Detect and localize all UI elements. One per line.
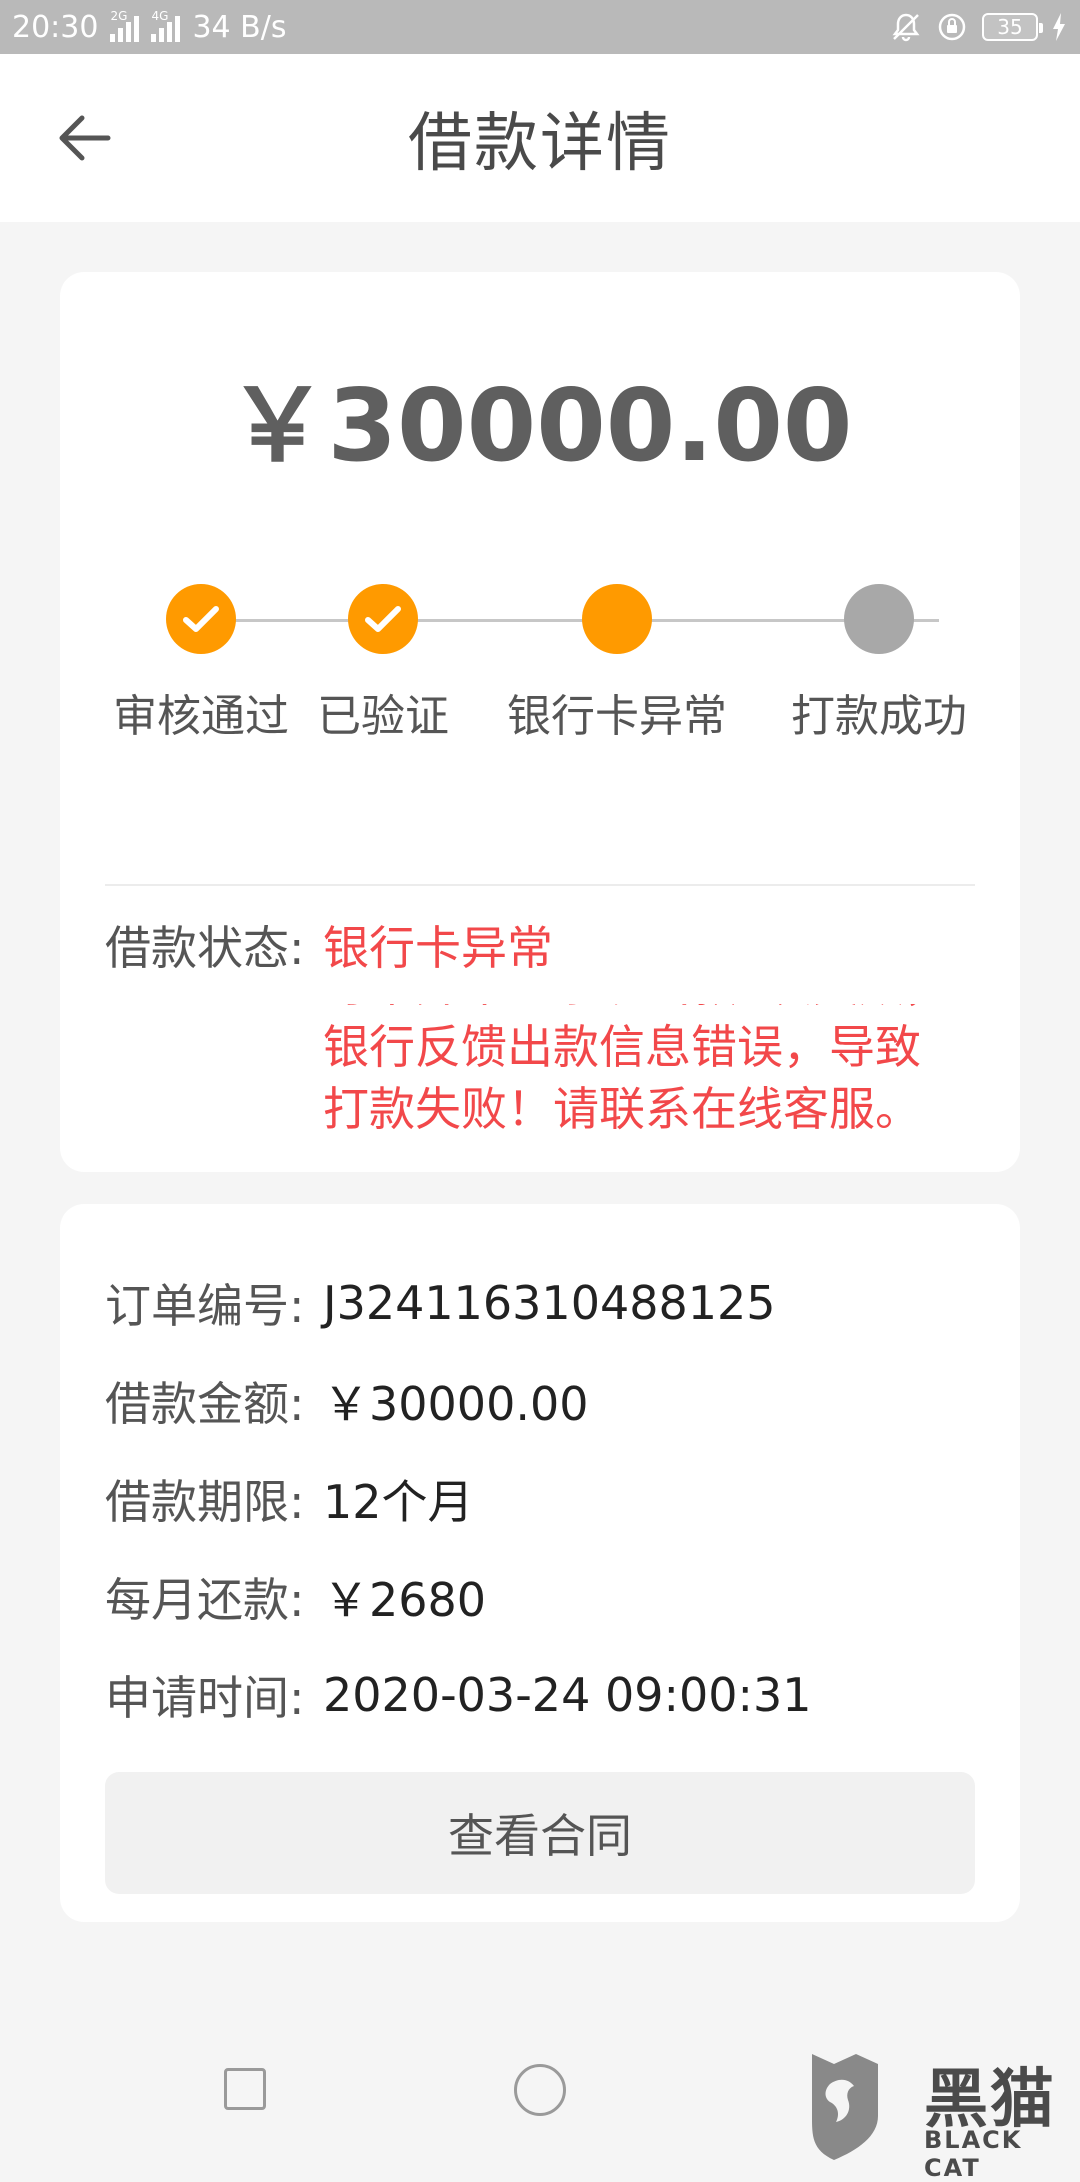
monthly-payment-row: 每月还款: ￥2680 (105, 1548, 985, 1646)
signal-tag: 4G (151, 9, 169, 23)
order-number-row: 订单编号: J324116310488125 (105, 1254, 985, 1352)
check-icon (365, 606, 401, 632)
signal-icon: 2G (110, 9, 140, 42)
loan-status-card: ￥30000.00 审核通过 已验证 银行卡异常 打款成功 借款状态: 银行卡异… (60, 272, 1020, 1172)
progress-track (201, 619, 939, 622)
loan-term-row: 借款期限: 12个月 (105, 1450, 985, 1548)
rotation-lock-icon (938, 13, 966, 41)
order-details-card: 订单编号: J324116310488125 借款金额: ￥30000.00 借… (60, 1204, 1020, 1922)
back-button[interactable] (48, 102, 120, 174)
step-dot-bank-card-error (582, 584, 652, 654)
app-header: 借款详情 (0, 54, 1080, 222)
info-label: 申请时间: (105, 1671, 305, 1725)
signal-icon: 4G (151, 9, 181, 42)
step-label: 银行卡异常 (507, 691, 727, 742)
view-contract-button[interactable]: 查看合同 (105, 1772, 975, 1894)
step-label: 已验证 (317, 691, 449, 742)
status-message-scroll[interactable]: 订单异常！系统出款3次失败，银行反馈出款信息错误，导致打款失败！请联系在线客服。 (323, 1004, 983, 1160)
step-dot-verified (348, 584, 418, 654)
step-dot-approved (166, 584, 236, 654)
status-time: 20:30 (12, 9, 99, 45)
monthly-payment-value: ￥2680 (323, 1573, 487, 1627)
check-icon (183, 606, 219, 632)
home-button[interactable] (514, 2064, 566, 2116)
loan-amount: ￥30000.00 (227, 367, 853, 484)
step-label: 审核通过 (113, 691, 289, 742)
apply-time-row: 申请时间: 2020-03-24 09:00:31 (105, 1646, 985, 1744)
charging-icon (1053, 13, 1065, 41)
divider (105, 884, 975, 886)
step-label: 打款成功 (791, 691, 967, 742)
bell-muted-icon (892, 13, 920, 42)
back-arrow-icon (59, 115, 111, 161)
battery-icon: 35 (982, 13, 1043, 41)
status-bar-left: 20:30 2G 4G 34 B/s (12, 10, 287, 45)
order-info-list: 订单编号: J324116310488125 借款金额: ￥30000.00 借… (105, 1254, 985, 1744)
status-message: 订单异常！系统出款3次失败，银行反馈出款信息错误，导致打款失败！请联系在线客服。 (323, 1004, 950, 1136)
watermark-sub: BLACK CAT (924, 2126, 1023, 2182)
apply-time-value: 2020-03-24 09:00:31 (323, 1668, 812, 1722)
loan-amount-value: ￥30000.00 (323, 1377, 589, 1431)
network-speed: 34 B/s (192, 9, 287, 45)
info-label: 订单编号: (105, 1279, 305, 1333)
info-label: 借款金额: (105, 1377, 305, 1431)
page-title: 借款详情 (408, 107, 672, 181)
status-value: 银行卡异常 (323, 921, 553, 975)
loan-amount-row: 借款金额: ￥30000.00 (105, 1352, 985, 1450)
status-bar: 20:30 2G 4G 34 B/s 35 (0, 0, 1080, 54)
info-label: 每月还款: (105, 1573, 305, 1627)
loan-progress-steps: 审核通过 已验证 银行卡异常 打款成功 (60, 562, 1020, 742)
loan-term-value: 12个月 (323, 1475, 474, 1529)
info-label: 借款期限: (105, 1475, 305, 1529)
recent-apps-button[interactable] (224, 2068, 266, 2110)
status-label: 借款状态: (105, 921, 305, 975)
step-dot-paid (844, 584, 914, 654)
order-number: J324116310488125 (323, 1276, 776, 1330)
signal-tag: 2G (110, 9, 128, 23)
status-bar-right: 35 (890, 11, 1066, 43)
battery-level: 35 (997, 15, 1023, 39)
